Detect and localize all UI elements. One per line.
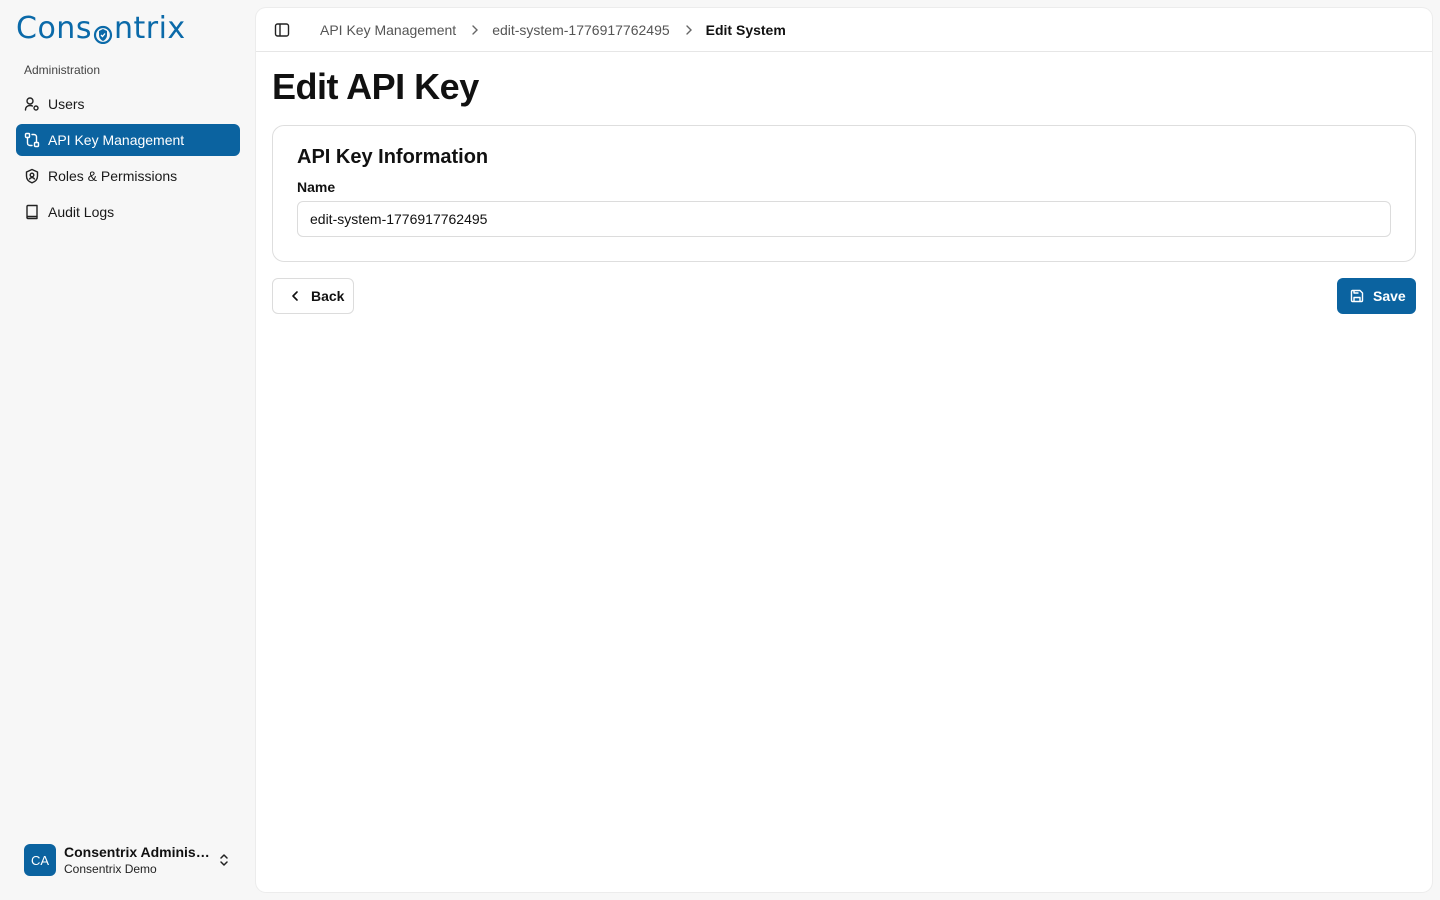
back-button-label: Back — [311, 288, 345, 304]
logo-text-right: ntrix — [113, 10, 186, 46]
logo-text-left: Cons — [16, 10, 92, 46]
save-icon — [1349, 288, 1365, 304]
api-key-info-card: API Key Information Name — [272, 125, 1416, 262]
sidebar-item-label: Roles & Permissions — [48, 168, 178, 184]
card-title: API Key Information — [297, 146, 489, 168]
sidebar-item-api-key-management[interactable]: API Key Management — [16, 124, 240, 156]
chevrons-up-down-icon — [216, 852, 232, 868]
sidebar-item-label: Audit Logs — [48, 204, 115, 220]
chevron-right-icon — [468, 23, 482, 37]
key-route-icon — [24, 132, 40, 148]
chevron-left-icon — [287, 288, 303, 304]
sidebar-item-audit-logs[interactable]: Audit Logs — [16, 196, 240, 228]
top-bar: API Key Management edit-system-177691776… — [256, 8, 1432, 52]
sidebar-item-label: Users — [48, 96, 85, 112]
user-name: Consentrix Administrator — [64, 844, 210, 860]
user-info: Consentrix Administrator Consentrix Demo — [64, 844, 216, 876]
name-input[interactable] — [297, 201, 1391, 237]
book-icon — [24, 204, 40, 220]
sidebar-item-label: API Key Management — [48, 132, 185, 148]
user-menu[interactable]: CA Consentrix Administrator Consentrix D… — [16, 836, 240, 884]
save-button[interactable]: Save — [1337, 278, 1416, 314]
breadcrumb: API Key Management edit-system-177691776… — [320, 22, 786, 38]
logo-shield-icon — [93, 17, 113, 45]
sidebar-nav: Users API Key Management Roles & Permiss… — [16, 88, 240, 232]
main-panel: API Key Management edit-system-177691776… — [256, 8, 1432, 892]
sidebar-section-label: Administration — [24, 63, 101, 77]
save-button-label: Save — [1373, 288, 1406, 304]
brand-logo[interactable]: Cons ntrix — [16, 10, 186, 46]
page-title: Edit API Key — [272, 66, 479, 107]
back-button[interactable]: Back — [272, 278, 354, 314]
user-org: Consentrix Demo — [64, 862, 157, 876]
sidebar-toggle-icon[interactable] — [274, 22, 290, 38]
avatar: CA — [24, 844, 56, 876]
sidebar-item-users[interactable]: Users — [16, 88, 240, 120]
breadcrumb-item-current: Edit System — [705, 21, 786, 38]
shield-icon — [24, 168, 40, 184]
name-label: Name — [297, 179, 336, 195]
breadcrumb-item-api-key-management[interactable]: API Key Management — [320, 22, 456, 38]
chevron-right-icon — [682, 23, 696, 37]
sidebar-item-roles-permissions[interactable]: Roles & Permissions — [16, 160, 240, 192]
sidebar: Cons ntrix Administration Users API Key … — [0, 0, 256, 900]
user-cog-icon — [24, 96, 40, 112]
breadcrumb-item-system[interactable]: edit-system-1776917762495 — [492, 22, 669, 38]
